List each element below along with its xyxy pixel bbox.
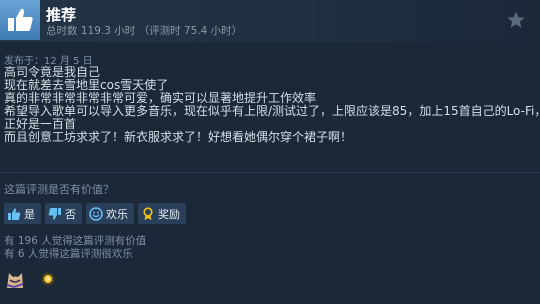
review-verdict: 推荐 xyxy=(46,6,77,24)
award-button[interactable]: 奖励 xyxy=(138,203,186,224)
received-award-icon[interactable] xyxy=(4,268,26,290)
review-line: 希望导入歌单可以导入更多音乐，现在似乎有上限/测试过了，上限应该是85，加上15… xyxy=(4,103,540,118)
smiley-icon xyxy=(89,206,103,221)
thumbs-up-icon xyxy=(7,207,21,221)
award-label: 奖励 xyxy=(158,207,180,221)
review-line: 正好是一百首 xyxy=(4,116,77,131)
vote-no-label: 否 xyxy=(65,207,76,221)
vote-stats: 有 196 人觉得这篇评测有价值 有 6 人觉得这篇评测很欢乐 xyxy=(4,235,146,261)
review-line: 现在就差去雪地里cos雪天使了 xyxy=(4,77,169,92)
thumbs-up-icon xyxy=(8,8,33,32)
funny-count: 有 6 人觉得这篇评测很欢乐 xyxy=(4,248,133,260)
vote-funny-label: 欢乐 xyxy=(106,207,128,221)
recommended-thumb-box xyxy=(0,0,40,40)
vote-yes-button[interactable]: 是 xyxy=(4,203,41,224)
review-line: 高司令竟是我自己 xyxy=(4,65,101,79)
award-ribbon-icon xyxy=(141,206,155,221)
vote-funny-button[interactable]: 欢乐 xyxy=(86,203,134,224)
review-line: 真的非常非常非常非常可爱，确实可以显著地提升工作效率 xyxy=(4,90,317,105)
cat-award-icon xyxy=(6,273,24,289)
review-content: 高司令竟是我自己 现在就差去雪地里cos雪天使了 真的非常非常非常非常可爱，确实… xyxy=(4,65,540,144)
sun-award-icon xyxy=(41,272,55,286)
vote-no-button[interactable]: 否 xyxy=(45,203,82,224)
star-icon[interactable] xyxy=(506,10,526,30)
helpful-question: 这篇评测是否有价值？ xyxy=(4,183,114,196)
vote-yes-label: 是 xyxy=(24,207,35,221)
helpful-count: 有 196 人觉得这篇评测有价值 xyxy=(4,235,147,247)
received-award-icon[interactable] xyxy=(37,268,59,290)
playtime-info: 总时数 119.3 小时 （评测时 75.4 小时） xyxy=(46,25,243,37)
thumbs-down-icon xyxy=(48,207,62,221)
review-line: 而且创意工坊求求了！新衣服求求了！好想看她偶尔穿个裙子啊！ xyxy=(4,129,353,144)
feedback-buttons: 是 否 欢乐 奖励 xyxy=(4,203,186,225)
review-header: 推荐 总时数 119.3 小时 （评测时 75.4 小时） xyxy=(0,0,540,42)
divider xyxy=(0,172,540,173)
